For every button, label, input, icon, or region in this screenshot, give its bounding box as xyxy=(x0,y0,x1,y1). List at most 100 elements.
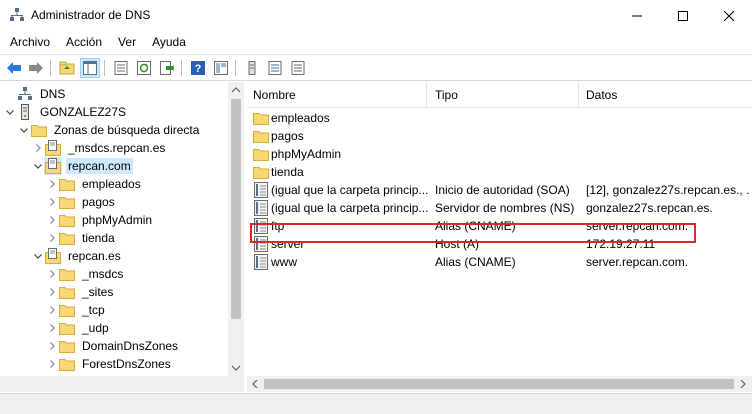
chevron-down-icon[interactable] xyxy=(32,157,44,175)
record-data xyxy=(586,109,750,127)
chevron-down-icon[interactable] xyxy=(18,121,30,139)
chevron-right-icon[interactable] xyxy=(46,319,58,337)
list-header: Nombre Tipo Datos xyxy=(247,82,752,108)
zone-icon xyxy=(44,157,62,175)
tree-item-label: _tcp xyxy=(82,303,105,317)
list-horizontal-scrollbar[interactable] xyxy=(247,376,752,392)
chevron-down-icon[interactable] xyxy=(32,247,44,265)
mmc-view-icon[interactable] xyxy=(211,58,231,78)
minimize-button[interactable] xyxy=(614,0,660,31)
record-data xyxy=(586,145,750,163)
scroll-down-icon[interactable] xyxy=(232,365,240,371)
tree-item[interactable]: GONZALEZ27S xyxy=(4,103,128,121)
tree-item[interactable]: DomainDnsZones xyxy=(46,337,180,355)
tree-item[interactable]: _udp xyxy=(46,319,111,337)
close-button[interactable] xyxy=(706,0,752,31)
record-row[interactable]: (igual que la carpeta princip... Servidor… xyxy=(247,199,752,217)
folder-icon xyxy=(58,265,76,283)
column-header-datos[interactable]: Datos xyxy=(580,82,752,108)
chevron-down-icon[interactable] xyxy=(4,103,16,121)
server-view-icon[interactable] xyxy=(242,58,262,78)
export-list-icon[interactable] xyxy=(157,58,177,78)
folder-icon xyxy=(58,193,76,211)
record-name: www xyxy=(271,255,297,269)
folder-icon xyxy=(58,319,76,337)
menu-ayuda[interactable]: Ayuda xyxy=(144,32,194,52)
record-row[interactable]: www Alias (CNAME) server.repcan.com. xyxy=(247,253,752,271)
scroll-left-icon[interactable] xyxy=(252,380,258,388)
tree-item[interactable]: pagos xyxy=(46,193,117,211)
forward-arrow-icon[interactable] xyxy=(26,58,46,78)
folder-icon xyxy=(58,211,76,229)
record-details-icon[interactable] xyxy=(288,58,308,78)
record-row[interactable]: phpMyAdmin xyxy=(247,145,752,163)
folder-icon xyxy=(253,128,269,144)
maximize-button[interactable] xyxy=(660,0,706,31)
tree-item[interactable]: Zonas de búsqueda directa xyxy=(18,121,201,139)
record-name: pagos xyxy=(271,129,304,143)
chevron-right-icon[interactable] xyxy=(46,337,58,355)
cell-nombre: www xyxy=(253,253,429,271)
chevron-right-icon[interactable] xyxy=(46,211,58,229)
tree-item-label: _sites xyxy=(82,285,114,299)
chevron-right-icon[interactable] xyxy=(32,139,44,157)
record-type: Inicio de autoridad (SOA) xyxy=(435,183,570,197)
folder-icon xyxy=(58,355,76,373)
tree-item[interactable]: ForestDnsZones xyxy=(46,355,173,373)
chevron-right-icon[interactable] xyxy=(46,265,58,283)
show-hide-tree-icon[interactable] xyxy=(80,58,100,78)
tree-item[interactable]: empleados xyxy=(46,175,143,193)
tree-item-label: GONZALEZ27S xyxy=(40,105,127,119)
window-title: Administrador de DNS xyxy=(31,8,151,22)
record-row[interactable]: empleados xyxy=(247,109,752,127)
folder-icon xyxy=(253,110,269,126)
tree-item[interactable]: _msdcs xyxy=(46,265,125,283)
record-row[interactable]: tienda xyxy=(247,163,752,181)
folder-icon xyxy=(58,175,76,193)
tree-item[interactable]: repcan.es xyxy=(32,247,123,265)
chevron-right-icon[interactable] xyxy=(46,283,58,301)
tree-item[interactable]: _msdcs.repcan.es xyxy=(32,139,167,157)
chevron-right-icon[interactable] xyxy=(46,229,58,247)
tree-item[interactable]: tienda xyxy=(46,229,117,247)
tree-item[interactable]: phpMyAdmin xyxy=(46,211,154,229)
record-row[interactable]: (igual que la carpeta princip... Inicio d… xyxy=(247,181,752,199)
record-row[interactable]: pagos xyxy=(247,127,752,145)
folder-icon xyxy=(58,337,76,355)
tree-item[interactable]: DNS xyxy=(4,85,67,103)
column-header-tipo[interactable]: Tipo xyxy=(429,82,579,108)
record-name: (igual que la carpeta princip... xyxy=(271,201,429,215)
up-folder-icon[interactable] xyxy=(57,58,77,78)
column-header-nombre[interactable]: Nombre xyxy=(247,82,427,108)
scroll-up-icon[interactable] xyxy=(232,87,240,93)
menu-archivo[interactable]: Archivo xyxy=(2,32,58,52)
tree-item-label: pagos xyxy=(82,195,115,209)
tree-item[interactable]: _tcp xyxy=(46,301,107,319)
back-arrow-icon[interactable] xyxy=(4,58,24,78)
record-type: Servidor de nombres (NS) xyxy=(435,201,575,215)
tree-item[interactable]: repcan.com xyxy=(32,157,133,175)
refresh-icon[interactable] xyxy=(134,58,154,78)
tree-horizontal-scrollbar[interactable] xyxy=(0,376,228,392)
zone-icon xyxy=(44,247,62,265)
record-type xyxy=(435,163,581,181)
chevron-right-icon[interactable] xyxy=(46,301,58,319)
tree-item[interactable]: _sites xyxy=(46,283,115,301)
tree-scroll-thumb[interactable] xyxy=(231,99,241,319)
tree-vertical-scrollbar[interactable] xyxy=(228,82,244,392)
chevron-right-icon[interactable] xyxy=(46,175,58,193)
tree-item-label: _msdcs.repcan.es xyxy=(68,141,166,155)
menu-accion[interactable]: Acción xyxy=(58,32,110,52)
properties-icon[interactable] xyxy=(111,58,131,78)
record-type: Alias (CNAME) xyxy=(435,255,516,269)
list-scroll-thumb[interactable] xyxy=(264,379,734,389)
scroll-right-icon[interactable] xyxy=(740,380,746,388)
tree-item-label: Zonas de búsqueda directa xyxy=(54,123,200,137)
record-list-icon[interactable] xyxy=(265,58,285,78)
chevron-right-icon[interactable] xyxy=(46,193,58,211)
menu-ver[interactable]: Ver xyxy=(110,32,144,52)
help-icon[interactable]: ? xyxy=(188,58,208,78)
zone-icon xyxy=(44,139,62,157)
folder-icon xyxy=(58,229,76,247)
chevron-right-icon[interactable] xyxy=(46,355,58,373)
